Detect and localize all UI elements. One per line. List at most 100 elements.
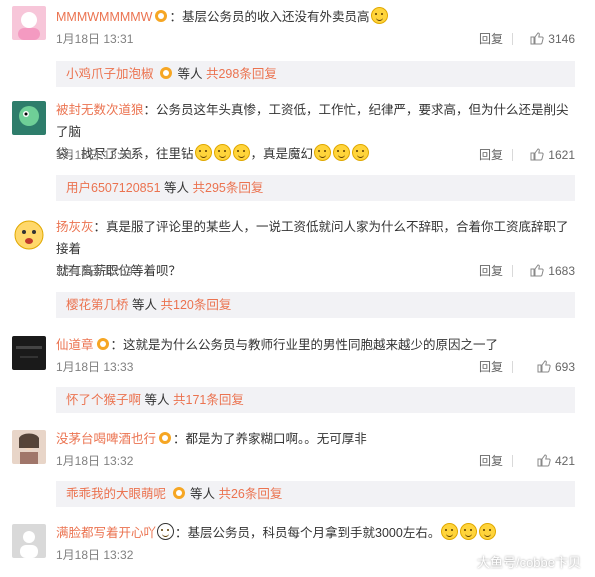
thumbs-up-icon [530, 32, 544, 45]
timestamp: 1月18日 13:32 [56, 454, 134, 468]
reply-button[interactable]: 回复 [479, 261, 503, 281]
reply-button[interactable]: 回复 [479, 357, 503, 377]
laugh-cry-emoji-icon [479, 523, 497, 540]
avatar-image [12, 430, 46, 464]
reply-summary[interactable]: 樱花第几桥 等人 共120条回复 [56, 292, 575, 318]
avatar[interactable] [12, 336, 46, 370]
divider [512, 455, 513, 467]
thumbs-up-icon [537, 360, 551, 373]
reply-others-label: 等人 [189, 487, 215, 501]
comment-text: MMMWMMMMW ：基层公务员的收入还没有外卖员高 [56, 6, 575, 28]
laugh-cry-emoji-icon [460, 523, 478, 540]
watermark: 大鱼号/cobbe卞贝 [476, 555, 581, 570]
reply-button[interactable]: 回复 [479, 451, 503, 471]
avatar-image [12, 218, 46, 252]
avatar[interactable] [12, 524, 46, 558]
reply-summary[interactable]: 小鸡爪子加泡椒 等人 共298条回复 [56, 61, 575, 87]
separator: ： [175, 526, 188, 540]
username-link[interactable]: 被封无数次道狼 [56, 103, 144, 117]
separator: ： [169, 10, 182, 24]
thumbs-up-icon [537, 454, 551, 467]
vip-badge-icon [159, 432, 172, 444]
reply-user-link[interactable]: 怀了个猴子啊 [66, 393, 141, 407]
timestamp: 1月18日 13:33 [56, 360, 134, 374]
avatar[interactable] [12, 218, 46, 252]
like-count: 1683 [548, 264, 575, 278]
reply-count-link[interactable]: 共298条回复 [206, 67, 277, 81]
avatar[interactable] [12, 430, 46, 464]
username-link[interactable]: MMMWMMMMW [56, 10, 152, 24]
avatar[interactable] [12, 6, 46, 40]
comment-meta: 1月18日 13:32 回复 421 [56, 451, 575, 471]
reply-button[interactable]: 回复 [479, 29, 503, 49]
avatar-image [12, 101, 46, 135]
reply-count-link[interactable]: 共171条回复 [173, 393, 244, 407]
laugh-cry-emoji-icon [441, 523, 459, 540]
divider [512, 361, 513, 373]
reply-others-label: 等人 [144, 393, 170, 407]
reply-count-link[interactable]: 共295条回复 [193, 181, 264, 195]
reply-others-label: 等人 [164, 181, 190, 195]
timestamp: 1月18日 13:32 [56, 548, 134, 562]
separator: ： [110, 338, 124, 352]
reply-others-label: 等人 [132, 298, 158, 312]
like-button[interactable]: 1621 [530, 145, 575, 165]
like-button[interactable]: 693 [537, 357, 575, 377]
username-link[interactable]: 扬灰灰 [56, 220, 94, 234]
separator: ： [93, 220, 107, 234]
comment-content: 都是为了养家糊口啊。。无可厚非 [185, 432, 367, 446]
comment-content: 真是服了评论里的某些人，一说工资低就问人家为什么不辞职，合着你工资底辞职了接着 [56, 220, 569, 256]
reply-user-link[interactable]: 樱花第几桥 [66, 298, 129, 312]
divider [512, 149, 513, 161]
reply-summary[interactable]: 乖乖我的大眼萌呢 等人 共26条回复 [56, 481, 575, 507]
reply-button[interactable]: 回复 [479, 145, 503, 165]
vip-badge-icon [155, 10, 168, 22]
comment-meta: 1月18日 13:54 回复 1683 [56, 261, 575, 281]
username-link[interactable]: 仙道章 [56, 338, 94, 352]
vip-badge-icon [160, 67, 172, 79]
like-count: 1621 [548, 148, 575, 162]
avatar-image [12, 6, 46, 40]
comment-content: 这就是为什么公务员与教师行业里的男性同胞越来越少的原因之一了 [123, 338, 499, 352]
comment-text: 仙道章 ：这就是为什么公务员与教师行业里的男性同胞越来越少的原因之一了 [56, 334, 575, 356]
like-count: 3146 [548, 32, 575, 46]
comment-meta: 1月18日 13:33 回复 693 [56, 357, 575, 377]
timestamp: 1月18日 13:31 [56, 148, 134, 162]
reply-summary[interactable]: 怀了个猴子啊 等人 共171条回复 [56, 387, 575, 413]
separator: ： [173, 432, 186, 446]
username-link[interactable]: 满脸都写着开心吖 [56, 526, 156, 540]
vip-badge-icon [96, 338, 109, 350]
divider [512, 265, 513, 277]
divider [512, 33, 513, 45]
avatar[interactable] [12, 101, 46, 135]
comment-meta: 1月18日 13:31 回复 1621 [56, 145, 575, 165]
username-link[interactable]: 没茅台喝啤酒也行 [56, 432, 156, 446]
reply-user-link[interactable]: 乖乖我的大眼萌呢 [66, 487, 166, 501]
comment-meta: 1月18日 13:31 回复 3146 [56, 29, 575, 49]
reply-count-link[interactable]: 共120条回复 [161, 298, 232, 312]
reply-user-link[interactable]: 用户6507120851 [66, 181, 161, 195]
like-button[interactable]: 421 [537, 451, 575, 471]
reply-summary[interactable]: 用户6507120851 等人 共295条回复 [56, 175, 575, 201]
reply-user-link[interactable]: 小鸡爪子加泡椒 [66, 67, 154, 81]
like-count: 421 [554, 454, 575, 468]
separator: ： [143, 103, 157, 117]
comment-text: 满脸都写着开心吖 ：基层公务员，科员每个月拿到手就3000左右。 [56, 522, 575, 544]
thumbs-up-icon [530, 264, 544, 277]
timestamp: 1月18日 13:54 [56, 264, 134, 278]
avatar-image [12, 524, 46, 558]
timestamp: 1月18日 13:31 [56, 32, 134, 46]
smile-emoji-icon [370, 7, 388, 24]
like-count: 693 [554, 360, 575, 374]
like-button[interactable]: 1683 [530, 261, 575, 281]
thumbs-up-icon [530, 148, 544, 161]
comment-content: 基层公务员的收入还没有外卖员高 [182, 10, 370, 24]
avatar-image [12, 336, 46, 370]
like-button[interactable]: 3146 [530, 29, 575, 49]
reply-others-label: 等人 [177, 67, 203, 81]
reply-count-link[interactable]: 共26条回复 [218, 487, 282, 501]
vip-badge-icon [172, 487, 185, 499]
panda-emoji-icon [157, 523, 175, 540]
comment-content: 基层公务员，科员每个月拿到手就3000左右。 [187, 526, 441, 540]
comment-text: 没茅台喝啤酒也行 ：都是为了养家糊口啊。。无可厚非 [56, 428, 575, 450]
